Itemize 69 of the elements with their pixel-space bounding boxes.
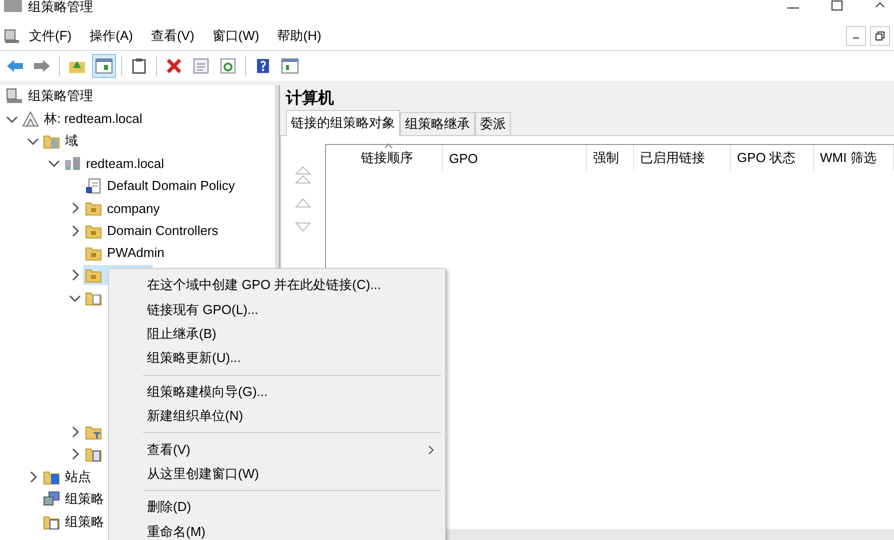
server-icon: [64, 155, 81, 172]
menu-item[interactable]: 组策略建模向导(G)...: [109, 380, 445, 404]
folder-server-icon: [43, 132, 60, 149]
tree-item[interactable]: company: [83, 198, 162, 218]
menu-item[interactable]: 查看(V): [109, 437, 445, 462]
properties-icon: [193, 58, 209, 74]
menu-item[interactable]: 从这里创建窗口(W): [109, 462, 445, 486]
forward-arrow-icon: [33, 59, 51, 73]
column-header[interactable]: GPO 状态: [731, 145, 814, 171]
tree-item[interactable]: 站点: [41, 466, 93, 487]
app-icon: [4, 0, 22, 12]
window-pane-icon: [95, 58, 113, 74]
menu-item[interactable]: 帮助(H): [268, 24, 330, 48]
folder-grid-icon: [43, 468, 60, 485]
tab[interactable]: 链接的组策略对象: [286, 110, 400, 136]
chevron-right-icon: [427, 444, 435, 455]
folder-document-icon: [85, 290, 102, 306]
folder-icon: [85, 244, 102, 261]
column-header[interactable]: 链接顺序: [326, 145, 443, 171]
tree-item[interactable]: Domain Controllers: [83, 220, 220, 241]
window-pane-icon: [281, 58, 299, 74]
restore-button[interactable]: [870, 26, 890, 46]
menu-item[interactable]: 文件(F): [20, 24, 81, 48]
tree-item[interactable]: 域: [41, 130, 80, 151]
tree-item[interactable]: 组策略管理: [4, 86, 95, 106]
menu-item[interactable]: 阻止继承(B): [109, 322, 445, 346]
tree-item[interactable]: 林: redteam.local: [20, 108, 144, 129]
menu-item[interactable]: 重命名(M): [109, 520, 445, 540]
column-header[interactable]: 已启用链接: [634, 145, 731, 171]
menu-item[interactable]: 在这个域中创建 GPO 并在此处链接(C)...: [109, 273, 445, 298]
tree-item[interactable]: PWAdmin: [83, 242, 166, 263]
folder-icon: [85, 222, 102, 239]
tab[interactable]: 组策略继承: [400, 112, 475, 135]
tab[interactable]: 委派: [475, 112, 511, 135]
document-shortcut-icon: [85, 178, 102, 194]
folder-document-icon: [43, 514, 60, 530]
menu-item[interactable]: 窗口(W): [203, 24, 268, 48]
menu-item[interactable]: 组策略更新(U)...: [109, 346, 445, 371]
column-header[interactable]: 强制: [587, 145, 634, 171]
menu-item[interactable]: 删除(D): [109, 495, 445, 520]
window-title: 组策略管理: [28, 0, 93, 14]
folder-icon: [85, 267, 102, 284]
help-book-icon: [256, 58, 270, 74]
tree-item[interactable]: redteam.local: [62, 153, 166, 174]
menu-item[interactable]: 操作(A): [80, 24, 142, 48]
restore-icon: [875, 31, 885, 41]
computers-icon: [43, 491, 60, 508]
column-header[interactable]: GPO: [443, 145, 587, 171]
tree-item[interactable]: Default Domain Policy: [83, 176, 237, 196]
menu-item[interactable]: 查看(V): [142, 24, 204, 48]
folder-icon: [85, 200, 102, 216]
tree-item[interactable]: 组策略: [41, 512, 106, 532]
folder-document-icon: [85, 446, 102, 462]
delete-icon: [166, 58, 182, 74]
console-icon: [6, 88, 23, 104]
sort-caret-icon: [384, 143, 393, 148]
refresh-icon: [220, 58, 236, 74]
clipboard-icon: [132, 58, 146, 74]
tree-item[interactable]: 组策略: [41, 489, 106, 510]
triangle-icon: [22, 110, 39, 127]
column-header[interactable]: WMI 筛选: [814, 145, 894, 171]
menu-item[interactable]: 新建组织单位(N): [109, 404, 445, 428]
maximize-icon[interactable]: [830, 0, 844, 12]
menu-item[interactable]: 链接现有 GPO(L)...: [109, 297, 445, 322]
folder-funnel-icon: [85, 424, 102, 440]
toolbar-button[interactable]: [92, 54, 116, 78]
back-arrow-icon: [6, 59, 24, 73]
app-icon: [4, 28, 20, 44]
pane-title: 计算机: [284, 88, 335, 109]
